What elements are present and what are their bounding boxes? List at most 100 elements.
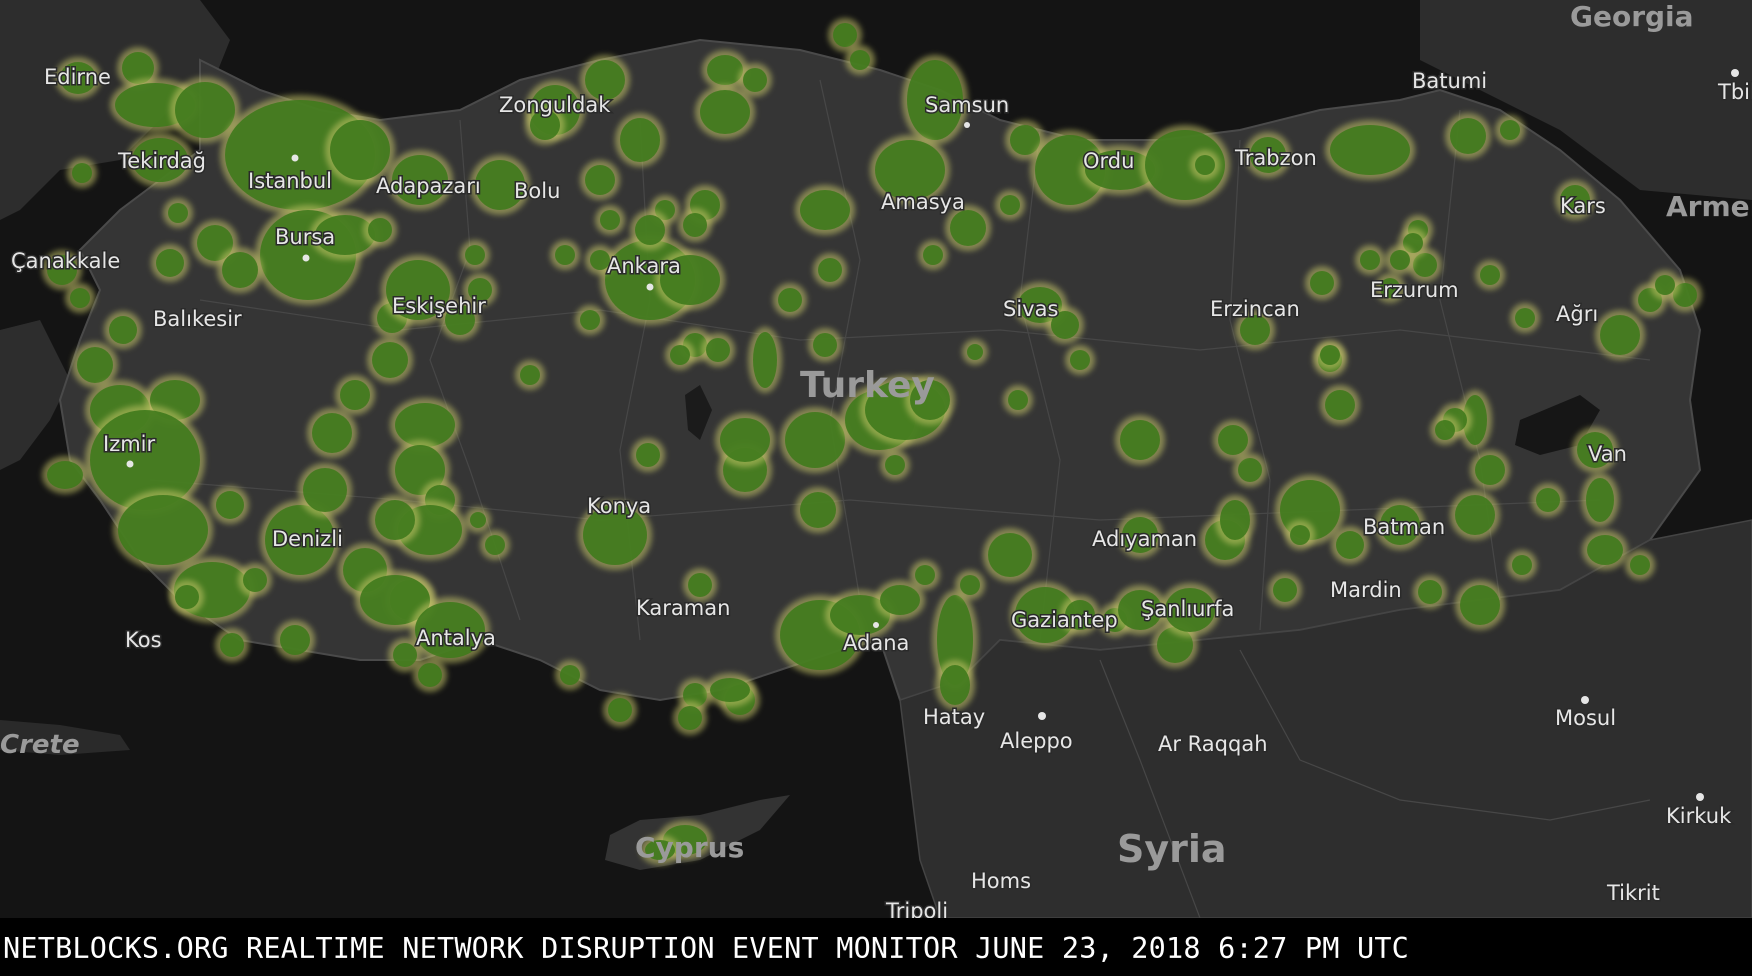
disruption-event[interactable] [967,344,983,360]
disruption-event[interactable] [940,665,970,705]
disruption-event[interactable] [683,213,707,237]
disruption-event[interactable] [800,190,850,230]
disruption-event[interactable] [818,258,842,282]
disruption-event[interactable] [580,310,600,330]
disruption-event[interactable] [220,633,244,657]
disruption-event[interactable] [156,249,184,277]
disruption-event[interactable] [707,55,743,85]
disruption-event[interactable] [375,500,415,540]
disruption-event[interactable] [670,345,690,365]
disruption-event[interactable] [885,455,905,475]
disruption-event[interactable] [915,565,935,585]
disruption-event[interactable] [1325,390,1355,420]
disruption-event[interactable] [1435,420,1455,440]
disruption-event[interactable] [620,118,660,162]
disruption-event[interactable] [303,468,347,512]
disruption-event[interactable] [813,333,837,357]
disruption-event[interactable] [393,643,417,667]
disruption-event[interactable] [753,332,777,388]
disruption-event[interactable] [1218,425,1248,455]
disruption-event[interactable] [608,698,632,722]
disruption-event[interactable] [1587,535,1623,565]
disruption-event[interactable] [216,491,244,519]
disruption-event[interactable] [280,625,310,655]
disruption-event[interactable] [678,706,702,730]
disruption-event[interactable] [395,403,455,447]
disruption-event[interactable] [585,165,615,195]
disruption-event[interactable] [1390,250,1410,270]
disruption-event[interactable] [960,575,980,595]
disruption-event[interactable] [700,90,750,134]
disruption-event[interactable] [710,678,750,702]
disruption-event[interactable] [1238,458,1262,482]
disruption-event[interactable] [312,413,352,453]
disruption-event[interactable] [1360,250,1380,270]
disruption-event[interactable] [175,82,235,138]
disruption-event[interactable] [1500,120,1520,140]
disruption-event[interactable] [1515,308,1535,328]
disruption-event[interactable] [600,210,620,230]
disruption-event[interactable] [470,512,486,528]
disruption-event[interactable] [118,495,208,565]
disruption-event[interactable] [372,342,408,378]
disruption-event[interactable] [1480,265,1500,285]
disruption-event[interactable] [1070,350,1090,370]
disruption-event[interactable] [1586,478,1614,522]
disruption-event[interactable] [1536,488,1560,512]
disruption-event[interactable] [1008,390,1028,410]
disruption-event[interactable] [243,568,267,592]
disruption-event[interactable] [330,120,390,180]
disruption-event[interactable] [923,245,943,265]
disruption-event[interactable] [1290,525,1310,545]
disruption-map[interactable]: Georgia Armen Syria Crete Cyprus Turkey … [0,0,1752,918]
disruption-event[interactable] [1320,345,1340,365]
disruption-event[interactable] [560,665,580,685]
disruption-event[interactable] [833,23,857,47]
disruption-event[interactable] [1273,578,1297,602]
disruption-event[interactable] [1336,531,1364,559]
disruption-event[interactable] [1655,275,1675,295]
disruption-event[interactable] [785,412,845,468]
disruption-event[interactable] [70,288,90,308]
disruption-event[interactable] [1195,155,1215,175]
disruption-event[interactable] [485,535,505,555]
disruption-event[interactable] [109,316,137,344]
disruption-event[interactable] [1000,195,1020,215]
disruption-event[interactable] [1450,118,1486,154]
disruption-event[interactable] [1460,585,1500,625]
disruption-event[interactable] [1455,495,1495,535]
disruption-event[interactable] [1475,455,1505,485]
disruption-event[interactable] [1600,315,1640,355]
disruption-event[interactable] [950,210,986,246]
disruption-event[interactable] [168,203,188,223]
disruption-event[interactable] [988,533,1032,577]
disruption-event[interactable] [222,252,258,288]
disruption-event[interactable] [1120,420,1160,460]
disruption-event[interactable] [635,215,665,245]
disruption-event[interactable] [175,585,199,609]
disruption-event[interactable] [555,245,575,265]
disruption-event[interactable] [72,163,92,183]
disruption-event[interactable] [77,347,113,383]
disruption-event[interactable] [1418,580,1442,604]
disruption-event[interactable] [720,418,770,462]
disruption-event[interactable] [743,68,767,92]
disruption-event[interactable] [800,492,836,528]
disruption-event[interactable] [340,380,370,410]
disruption-event[interactable] [706,338,730,362]
disruption-event[interactable] [778,288,802,312]
disruption-event[interactable] [47,461,83,489]
disruption-event[interactable] [418,663,442,687]
disruption-event[interactable] [368,218,392,242]
disruption-event[interactable] [1512,555,1532,575]
disruption-event[interactable] [1310,271,1334,295]
disruption-event[interactable] [1220,500,1250,540]
disruption-event[interactable] [880,585,920,615]
disruption-event[interactable] [1630,555,1650,575]
disruption-event[interactable] [520,365,540,385]
disruption-event[interactable] [636,443,660,467]
disruption-event[interactable] [850,50,870,70]
disruption-event[interactable] [1330,125,1410,175]
disruption-event[interactable] [465,245,485,265]
disruption-event[interactable] [688,573,712,597]
